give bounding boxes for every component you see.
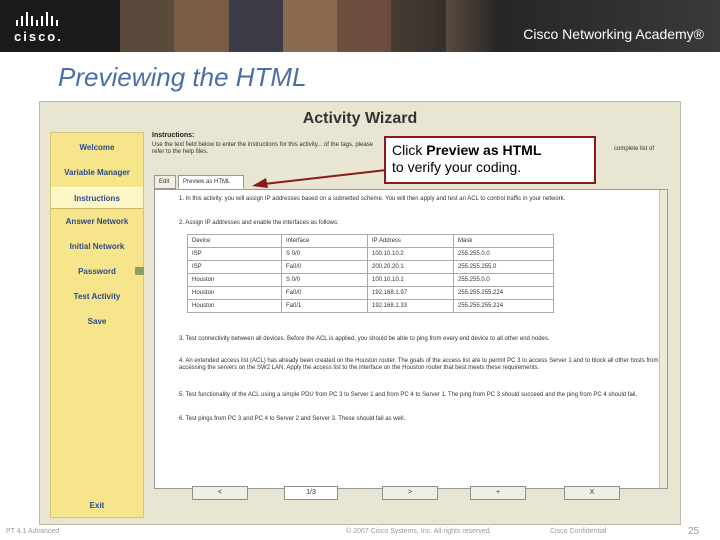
callout-arrow [252,169,387,188]
instructions-pane: Instructions: Use the text field below t… [150,132,672,492]
add-page-button[interactable]: + [470,486,526,500]
footer-page-number: 25 [688,526,700,537]
sidebar-item-variable-manager[interactable]: Variable Manager [51,162,143,184]
instruction-step-6: 6. Test pings from PC 3 and PC 4 to Serv… [179,416,406,422]
table-cell: Fa0/0 [281,260,368,274]
table-cell: S 0/0 [281,247,368,261]
instruction-step-5: 5. Test functionality of the ACL using a… [179,392,638,398]
instruction-step-3: 3. Test connectivity between all devices… [179,336,550,342]
table-cell: 192.168.1.97 [367,286,454,300]
cisco-bars-icon [16,12,74,26]
table-header: Device [187,234,282,248]
table-cell: Fa0/0 [281,286,368,300]
cisco-wordmark: cisco. [14,29,63,44]
table-row: Houston Fa0/1 192.168.1.33 255.255.255.2… [187,299,554,313]
table-cell: 255.255.255.224 [453,299,554,313]
sidebar-item-test-activity[interactable]: Test Activity [51,286,143,308]
table-row: ISP Fa0/0 200.20.20.1 255.255.255.0 [187,260,554,274]
table-cell: Fa0/1 [281,299,368,313]
table-cell: 255.255.255.0 [453,260,554,274]
sidebar-item-password[interactable]: Password [51,261,143,283]
table-cell: 200.20.20.1 [367,260,454,274]
table-cell: 192.168.1.33 [367,299,454,313]
footer-copyright: © 2007 Cisco Systems, Inc. All rights re… [346,528,492,535]
table-cell: 255.255.0.0 [453,273,554,287]
instructions-help-tail: complete list of [614,146,655,152]
cisco-logo: cisco. [14,12,74,44]
table-header: Mask [453,234,554,248]
academy-title: Cisco Networking Academy® [523,26,704,42]
table-cell: Houston [187,273,282,287]
ip-address-table: Device Interface IP Address Mask ISP S 0… [187,234,554,313]
table-cell: S 0/0 [281,273,368,287]
callout-prefix: Click [392,142,427,158]
sidebar-item-initial-network[interactable]: Initial Network [51,236,143,258]
table-header: Interface [281,234,368,248]
wizard-sidebar: Welcome Variable Manager Instructions An… [50,132,144,518]
footer-course-label: PT 4.1 Advanced [6,528,60,535]
tab-edit[interactable]: Edit [154,175,176,189]
footer-confidential: Cisco Confidential [550,528,607,535]
table-row: Houston S 0/0 100.10.10.1 255.255.0.0 [187,273,554,287]
table-header: IP Address [367,234,454,248]
instruction-step-4: 4. An extended access list (ACL) has alr… [179,358,659,371]
table-cell: 255.255.255.224 [453,286,554,300]
table-cell: 100.10.10.1 [367,273,454,287]
table-cell: Houston [187,299,282,313]
tab-preview-as-html[interactable]: Preview as HTML [178,175,244,189]
sidebar-item-save[interactable]: Save [51,311,143,333]
table-cell: ISP [187,247,282,261]
callout-emphasis: Preview as HTML [426,142,542,158]
table-row: ISP S 0/0 100.10.10.2 255.255.0.0 [187,247,554,261]
sidebar-item-exit[interactable]: Exit [51,495,143,517]
instructions-help-text: Use the text field below to enter the in… [152,142,374,155]
sidebar-item-answer-network[interactable]: Answer Network [51,211,143,233]
table-row: Houston Fa0/0 192.168.1.97 255.255.255.2… [187,286,554,300]
wizard-title: Activity Wizard [302,110,418,127]
instruction-step-2: 2. Assign IP addresses and enable the in… [179,220,339,226]
next-page-button[interactable]: > [382,486,438,500]
html-preview-panel: 1. In this activity, you will assign IP … [154,189,668,489]
header-banner: cisco. Cisco Networking Academy® [0,0,720,52]
table-cell: ISP [187,260,282,274]
page-indicator: 1/3 [284,486,338,500]
table-cell: 255.255.0.0 [453,247,554,261]
preview-scrollbar[interactable] [659,190,667,488]
lock-icon [135,267,144,275]
sidebar-item-instructions[interactable]: Instructions [51,187,143,209]
prev-page-button[interactable]: < [192,486,248,500]
instructions-label: Instructions: [152,132,195,139]
instruction-step-1: 1. In this activity, you will assign IP … [179,196,566,202]
callout-box: Click Preview as HTML to verify your cod… [384,136,596,184]
table-cell: 100.10.10.2 [367,247,454,261]
callout-suffix: to verify your coding. [392,159,522,175]
table-cell: Houston [187,286,282,300]
slide-title: Previewing the HTML [58,62,307,92]
delete-page-button[interactable]: X [564,486,620,500]
sidebar-item-welcome[interactable]: Welcome [51,137,143,159]
table-header-row: Device Interface IP Address Mask [187,234,554,248]
